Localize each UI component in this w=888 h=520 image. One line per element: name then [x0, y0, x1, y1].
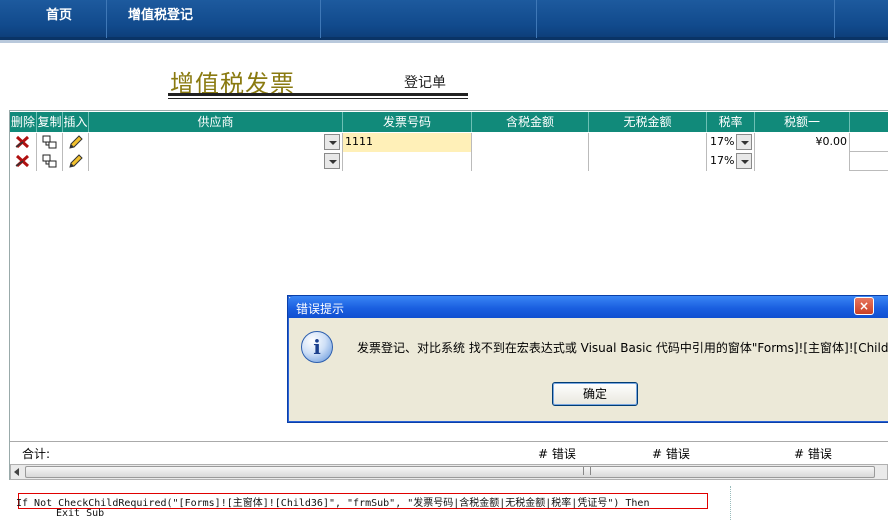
dialog-close-button[interactable]: × [854, 297, 874, 315]
dialog-titlebar[interactable] [288, 296, 888, 318]
tax-rate-value: 17% [710, 135, 735, 148]
delete-x-icon[interactable] [14, 134, 32, 150]
code-line-2: Exit Sub [56, 508, 105, 519]
total-tax-amount: # 错误 [794, 447, 832, 461]
supplier-cell[interactable] [89, 133, 343, 152]
tax-excl-field[interactable] [589, 152, 707, 171]
tax-rate-value: 17% [710, 154, 735, 167]
nav-separator [320, 0, 321, 38]
code-divider [730, 486, 731, 520]
tax-amount-field[interactable] [755, 152, 850, 171]
header-delete: 删除 [10, 112, 37, 132]
header-tax-rate: 税率 [707, 112, 755, 132]
nav-vat-register[interactable]: 增值税登记 [128, 4, 193, 23]
header-tax-amount: 税额一 [755, 112, 850, 132]
scrollbar-grip [583, 467, 591, 475]
pencil-icon[interactable] [67, 153, 85, 169]
dialog-message: 发票登记、对比系统 找不到在宏表达式或 Visual Basic 代码中引用的窗… [357, 341, 888, 355]
nav-separator [536, 0, 537, 38]
copy-icon[interactable] [41, 134, 59, 150]
tax-rate-dropdown-button[interactable] [736, 153, 752, 169]
nav-shadow [0, 40, 888, 43]
top-nav: 首页 增值税登记 [0, 0, 888, 40]
horizontal-scrollbar[interactable] [10, 464, 888, 480]
info-icon: i [301, 331, 333, 363]
scrollbar-thumb[interactable] [25, 466, 875, 478]
copy-cell[interactable] [37, 133, 63, 152]
copy-icon[interactable] [41, 153, 59, 169]
copy-cell[interactable] [37, 152, 63, 171]
page-subtitle: 登记单 [404, 75, 446, 91]
delete-x-icon[interactable] [14, 153, 32, 169]
tax-excl-field[interactable] [589, 133, 707, 152]
header-invoice-no: 发票号码 [343, 112, 472, 132]
tax-rate-cell[interactable]: 17% [707, 133, 755, 152]
tax-incl-field[interactable] [472, 133, 589, 152]
header-insert: 插入 [63, 112, 89, 132]
totals-bar [10, 441, 888, 463]
supplier-cell[interactable] [89, 152, 343, 171]
nav-separator [106, 0, 107, 38]
code-line-1: If Not CheckChildRequired("[Forms]![主窗体]… [16, 498, 650, 509]
table-row: 1111 17% ¥0.00 [10, 133, 888, 152]
total-tax-excl: # 错误 [652, 447, 690, 461]
header-tax-incl: 含税金额 [472, 112, 589, 132]
supplier-dropdown-button[interactable] [324, 153, 340, 169]
invoice-no-field[interactable]: 1111 [343, 133, 472, 152]
delete-cell[interactable] [10, 133, 37, 152]
delete-cell[interactable] [10, 152, 37, 171]
scroll-left-icon[interactable] [14, 468, 19, 476]
nav-home[interactable]: 首页 [46, 4, 72, 23]
insert-cell[interactable] [63, 133, 89, 152]
invoice-no-field[interactable] [343, 152, 472, 171]
header-copy: 复制 [37, 112, 63, 132]
header-supplier: 供应商 [89, 112, 343, 132]
title-rule [168, 93, 468, 96]
pencil-icon[interactable] [67, 134, 85, 150]
title-rule-thin [168, 98, 468, 99]
tax-amount-field[interactable]: ¥0.00 [755, 133, 850, 152]
nav-separator [834, 0, 835, 38]
total-tax-incl: # 错误 [538, 447, 576, 461]
supplier-dropdown-button[interactable] [324, 134, 340, 150]
ok-button[interactable]: 确定 [552, 382, 638, 406]
dialog-title: 错误提示 [296, 302, 345, 316]
table-row: 17% [10, 152, 888, 171]
totals-label: 合计: [22, 447, 51, 461]
header-tax-excl: 无税金额 [589, 112, 707, 132]
tax-rate-dropdown-button[interactable] [736, 134, 752, 150]
insert-cell[interactable] [63, 152, 89, 171]
tax-rate-cell[interactable]: 17% [707, 152, 755, 171]
tax-incl-field[interactable] [472, 152, 589, 171]
